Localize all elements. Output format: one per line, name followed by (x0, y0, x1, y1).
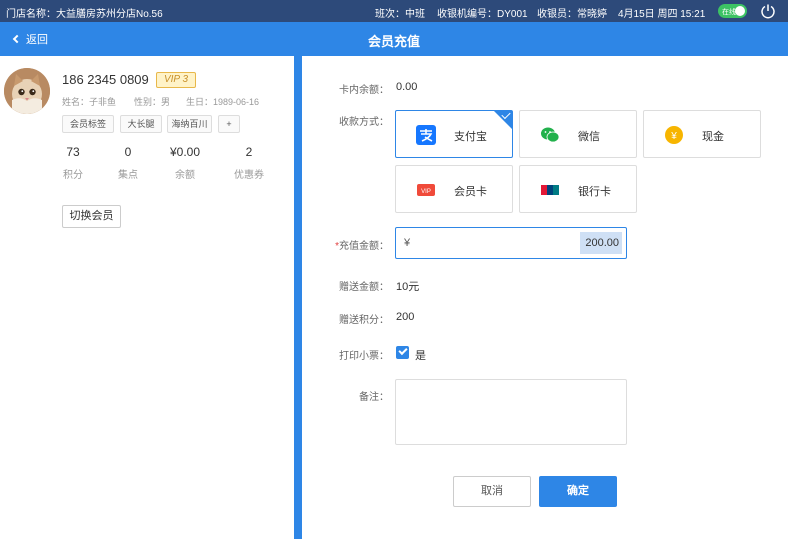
member-name: 姓名：子非鱼 (62, 97, 117, 107)
pay-bank-card-label: 银行卡 (578, 186, 611, 198)
tag-long-legs[interactable]: 大长腿 (120, 115, 162, 133)
cat-avatar-icon (4, 68, 50, 114)
pay-bank-card[interactable]: 银行卡 (519, 165, 637, 213)
vip-card-icon: VIP (417, 184, 435, 196)
online-label: 在线 (722, 9, 736, 16)
points-label: 积分 (63, 170, 83, 181)
remark-field[interactable] (395, 379, 627, 445)
stamps-label: 集点 (118, 170, 138, 181)
register-id: 收银机编号：DY001 (437, 9, 528, 20)
pay-vip-card[interactable]: VIP 会员卡 (395, 165, 513, 213)
pay-wechat-label: 微信 (578, 131, 600, 143)
gift-amount-value: 10元 (396, 281, 420, 293)
recharge-amount-text: 充值金额： (339, 241, 389, 252)
card-balance-value: 0.00 (396, 81, 418, 93)
power-icon[interactable] (760, 3, 776, 19)
svg-text:VIP: VIP (421, 189, 431, 195)
avatar (4, 68, 50, 114)
page-title: 会员充值 (367, 34, 420, 49)
gift-points-label: 赠送积分： (339, 315, 389, 326)
coupons-value: 2 (245, 145, 253, 159)
print-receipt-value: 是 (415, 350, 426, 362)
vip-badge: VIP 3 (156, 72, 196, 88)
toggle-knob (735, 6, 745, 16)
pay-vip-card-label: 会员卡 (454, 186, 487, 198)
bank-card-icon (541, 185, 559, 195)
currency-symbol: ¥ (404, 237, 411, 249)
cash-icon: ¥ (665, 126, 683, 144)
online-toggle[interactable]: 在线 (718, 4, 747, 18)
recharge-amount-label: *充值金额： (309, 237, 389, 252)
stamps-value: 0 (124, 145, 132, 159)
gift-points-value: 200 (396, 311, 415, 323)
cancel-button[interactable]: 取消 (453, 476, 531, 507)
pay-alipay[interactable]: 支付宝 (395, 109, 513, 158)
svg-text:¥: ¥ (670, 131, 677, 142)
wechat-icon (541, 127, 560, 143)
pay-wechat[interactable]: 微信 (519, 110, 637, 158)
member-gender: 性别：男 (134, 97, 171, 107)
pay-cash-label: 现金 (702, 131, 724, 143)
member-birthday: 生日：1989-06-16 (186, 97, 260, 107)
pay-cash[interactable]: ¥ 现金 (643, 110, 761, 158)
cashier-name: 收银员：常晓婷 (537, 9, 607, 20)
balance-label: 余额 (175, 170, 195, 181)
tag-tolerant[interactable]: 海纳百川 (167, 115, 212, 133)
member-phone: 186 2345 0809 (62, 72, 149, 87)
recharge-amount-input[interactable]: ¥ 200.00 (395, 227, 627, 259)
confirm-button[interactable]: 确定 (539, 476, 617, 507)
balance-value: ¥0.00 (169, 145, 201, 159)
page-header: 返回 会员充值 (0, 22, 788, 56)
status-bar: 门店名称：大益膳房苏州分店No.56 班次：中班 收银机编号：DY001 收银员… (0, 0, 788, 22)
remark-label: 备注： (359, 392, 389, 403)
points-value: 73 (66, 145, 80, 159)
panel-divider (294, 56, 302, 539)
payment-method-label: 收款方式： (339, 117, 389, 128)
datetime: 4月15日 周四 15:21 (618, 9, 706, 20)
pay-alipay-label: 支付宝 (454, 131, 487, 143)
shift-info: 班次：中班 (375, 9, 425, 20)
print-receipt-label: 打印小票： (339, 351, 389, 362)
store-name: 门店名称：大益膳房苏州分店No.56 (6, 9, 163, 20)
switch-member-button[interactable]: 切换会员 (62, 205, 121, 228)
tag-member-label[interactable]: 会员标签 (62, 115, 114, 133)
gift-amount-label: 赠送金额： (339, 282, 389, 293)
recharge-amount-value: 200.00 (580, 232, 622, 254)
card-balance-label: 卡内余额： (339, 85, 389, 96)
alipay-icon (416, 125, 436, 145)
add-tag-button[interactable]: + (218, 115, 240, 133)
coupons-label: 优惠券 (234, 170, 264, 181)
print-receipt-checkbox[interactable] (396, 346, 409, 359)
